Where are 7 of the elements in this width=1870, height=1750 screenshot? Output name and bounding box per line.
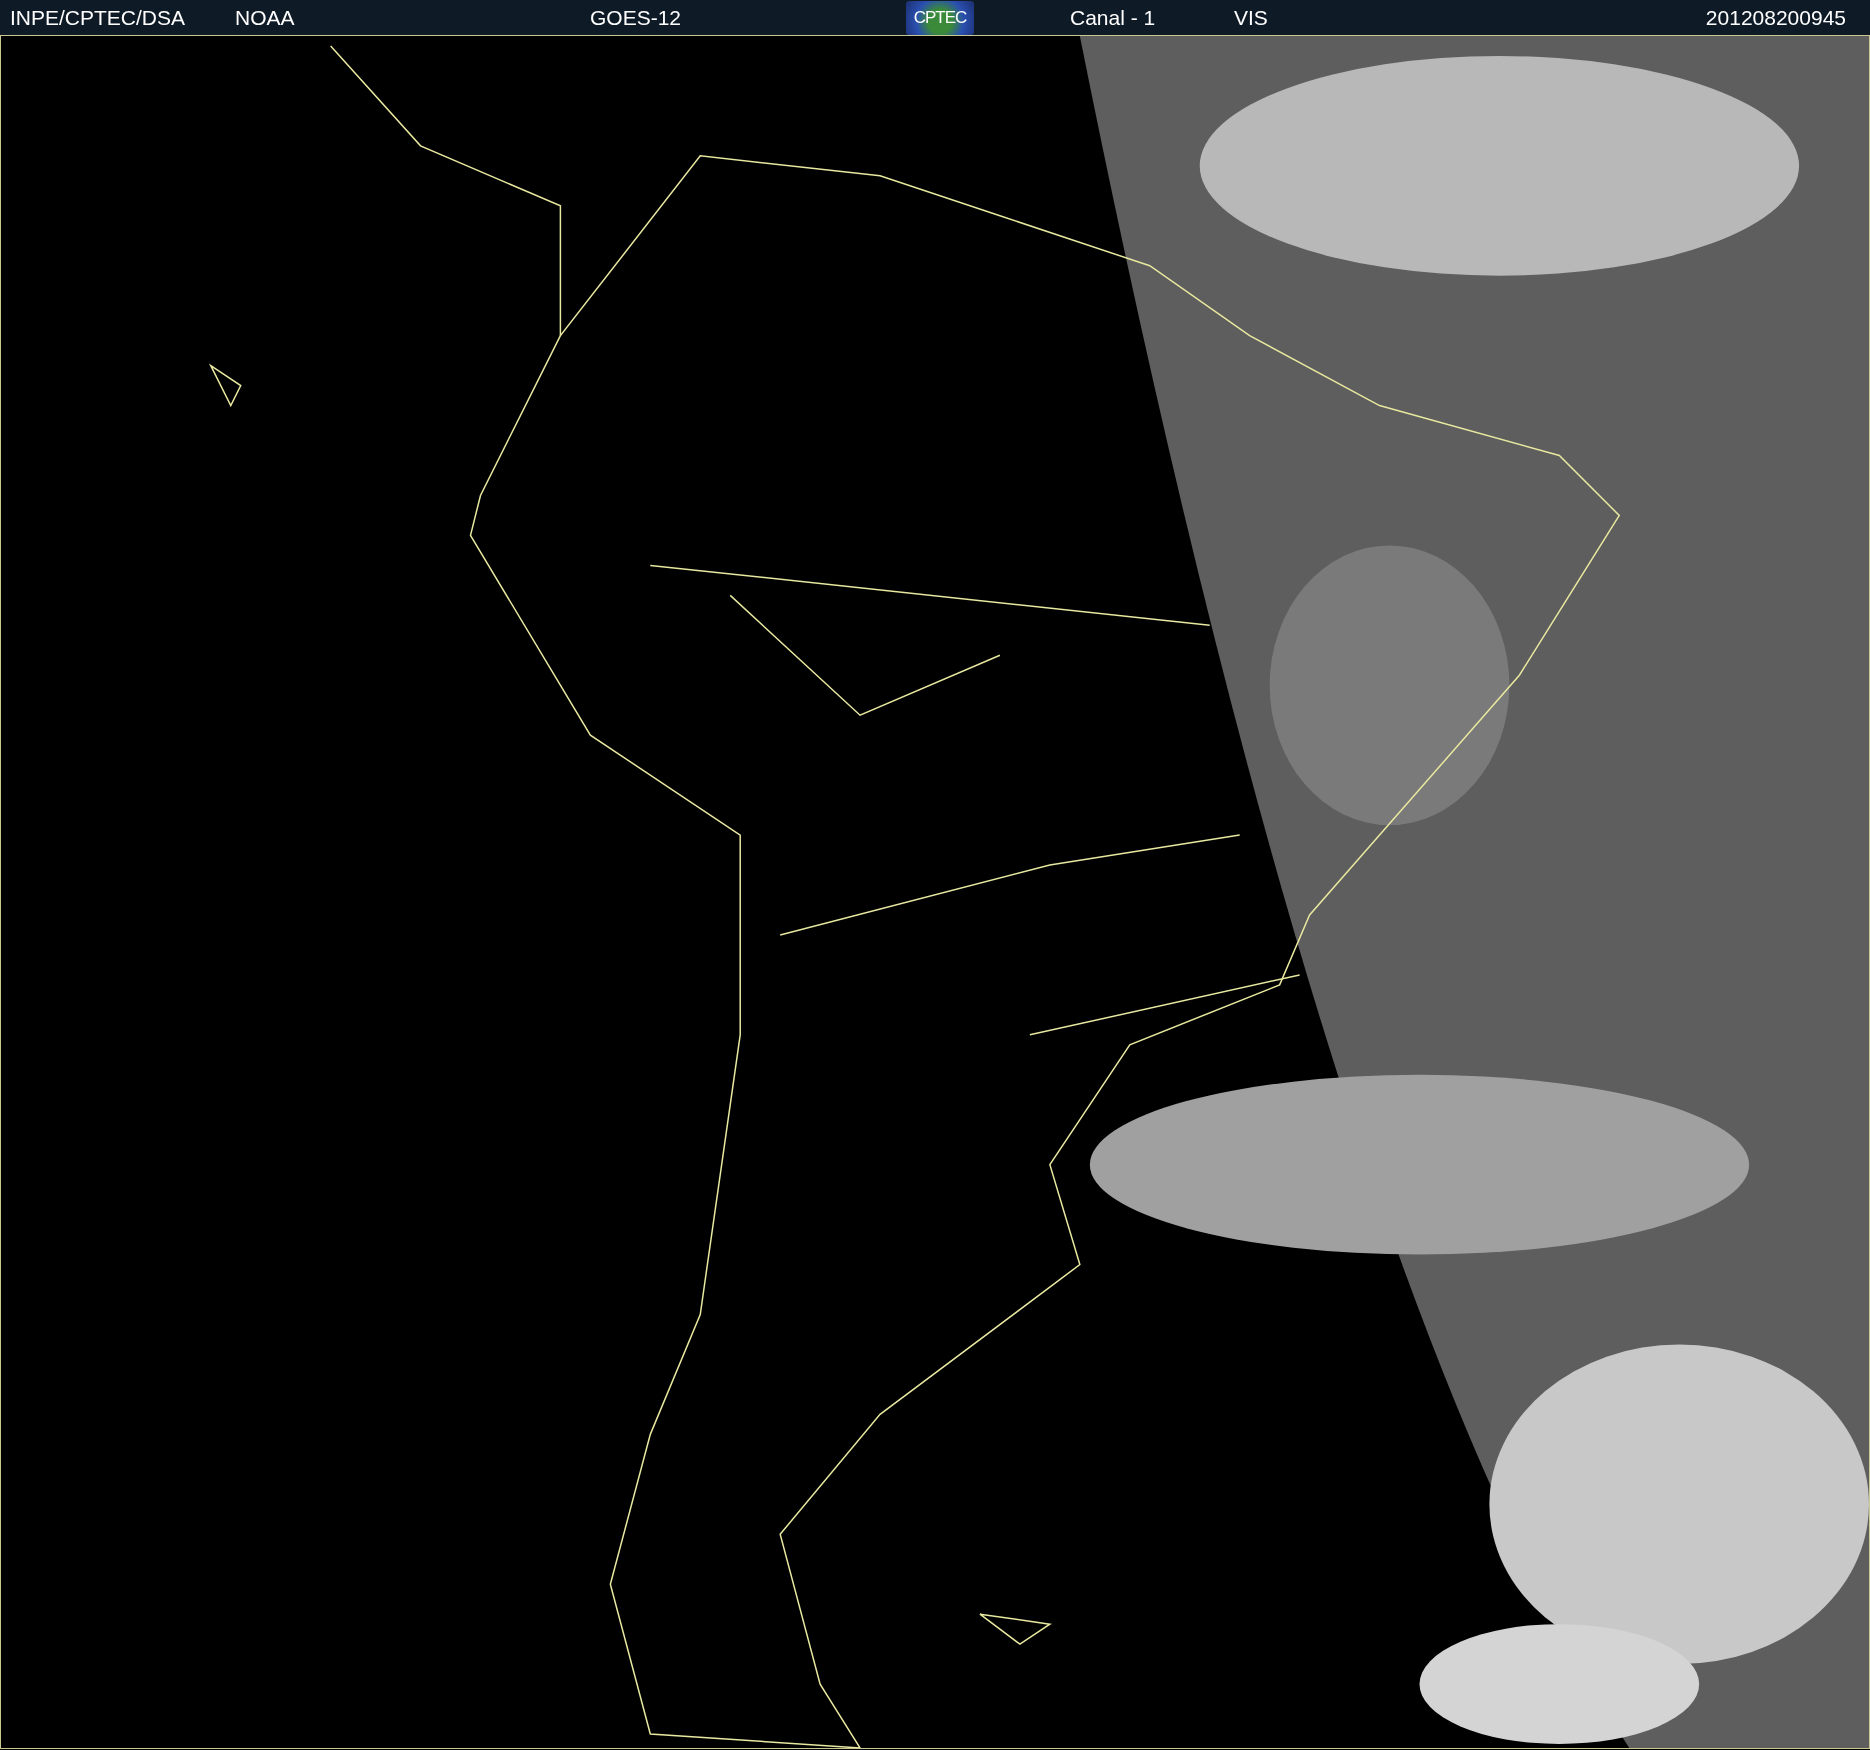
- agency-label: NOAA: [235, 4, 296, 31]
- band-label: VIS: [1234, 4, 1269, 31]
- logo: CPTEC: [906, 0, 974, 35]
- source-label: INPE/CPTEC/DSA: [9, 4, 187, 31]
- channel-label: Canal - 1: [1070, 4, 1157, 31]
- satellite-label: GOES-12: [590, 4, 683, 31]
- timestamp-label: 201208200945: [1705, 4, 1847, 31]
